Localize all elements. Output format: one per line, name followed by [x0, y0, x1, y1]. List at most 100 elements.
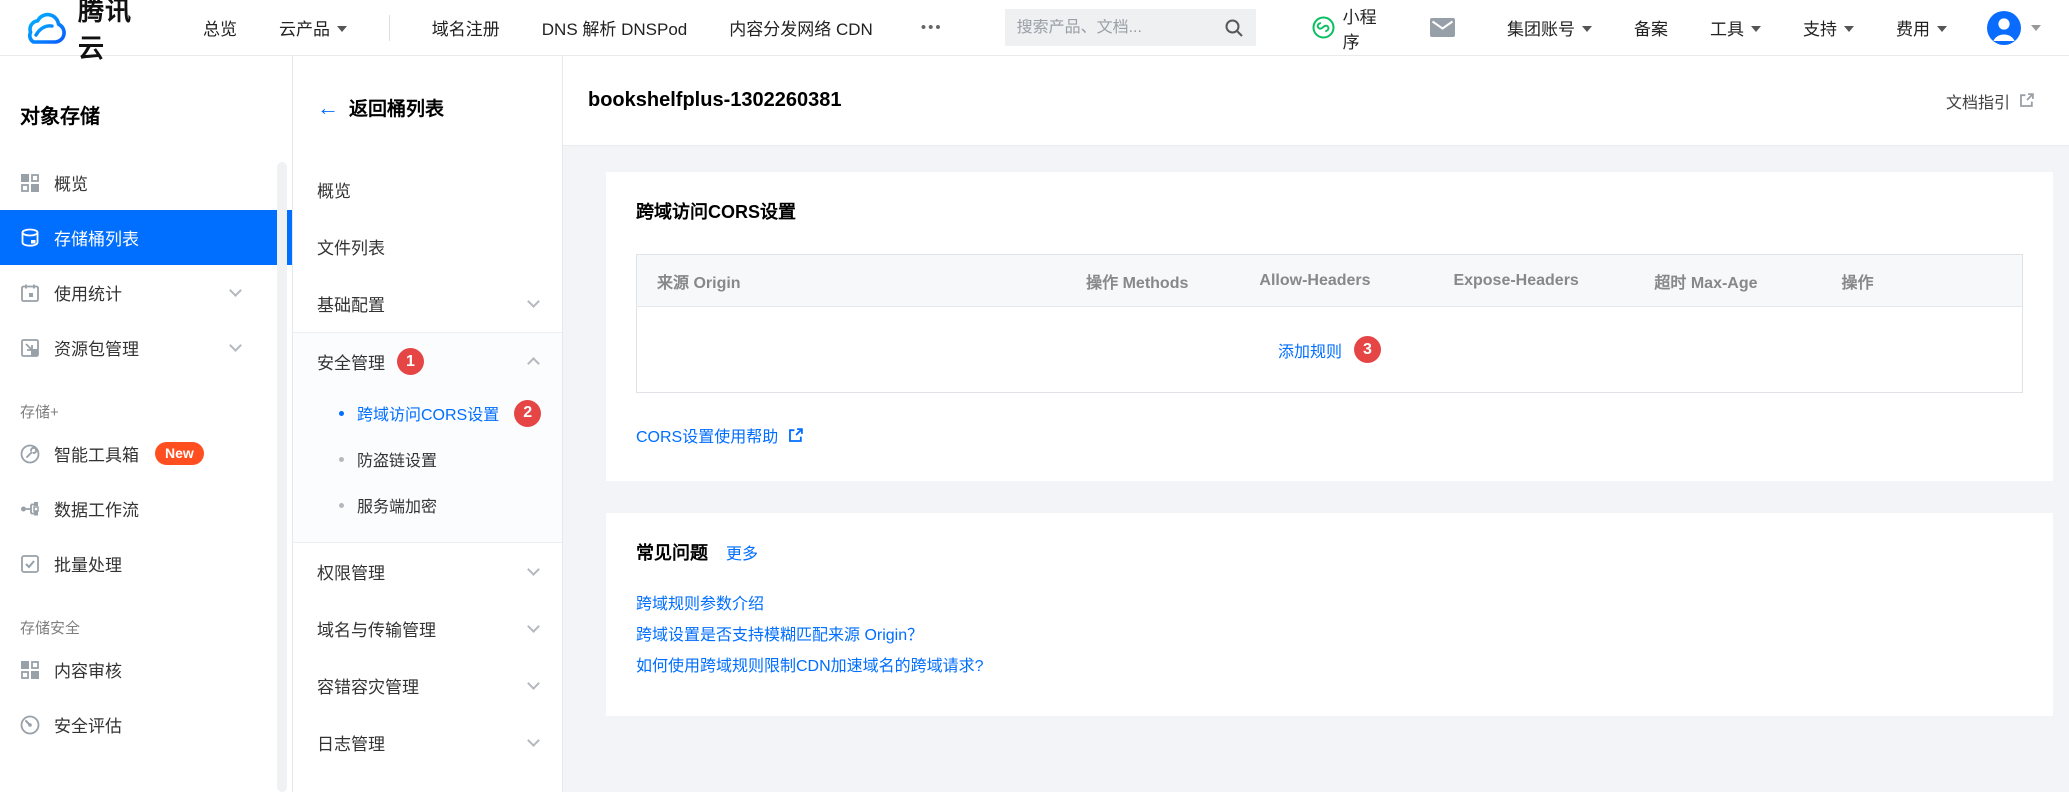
workflow-icon	[20, 499, 40, 519]
sidebar-item-label: 概览	[54, 170, 88, 195]
brand-name: 腾讯云	[78, 0, 133, 65]
nav-cloud-products[interactable]: 云产品	[279, 15, 347, 40]
nav-cloud-products-label: 云产品	[279, 15, 330, 40]
chevron-down-icon	[527, 620, 540, 633]
col-expose-headers: Expose-Headers	[1433, 255, 1634, 307]
sidebar-item-bucket-list[interactable]: 存储桶列表	[0, 210, 292, 265]
sidebar-item-overview[interactable]: 概览	[0, 155, 292, 210]
external-link-icon	[787, 427, 804, 444]
sidebar-scrollbar[interactable]	[277, 162, 287, 792]
mini-program-entry[interactable]: 小程序	[1312, 3, 1378, 53]
back-to-bucket-list[interactable]: ← 返回桶列表	[293, 56, 562, 121]
nav-tools[interactable]: 工具	[1710, 15, 1761, 40]
faq-title: 常见问题	[636, 539, 708, 565]
chevron-down-icon	[1937, 26, 1947, 32]
back-arrow-icon: ←	[317, 97, 339, 119]
sidebar-item-content-audit[interactable]: 内容审核	[0, 642, 292, 697]
sidebar-item-resource-packages[interactable]: 资源包管理	[0, 320, 292, 375]
search-icon[interactable]	[1224, 18, 1244, 38]
col-allow-headers: Allow-Headers	[1239, 255, 1433, 307]
billing-label: 费用	[1896, 15, 1930, 40]
nav-billing[interactable]: 费用	[1896, 15, 1947, 40]
sidebar-item-smart-toolbox[interactable]: 智能工具箱 New	[0, 426, 292, 481]
bucket-subitem-cors-settings[interactable]: 跨域访问CORS设置 2	[293, 390, 562, 436]
bucket-subitem-hotlink-protection[interactable]: 防盗链设置	[293, 436, 562, 482]
chevron-down-icon	[229, 339, 242, 352]
search-input[interactable]	[1017, 19, 1224, 37]
bucket-item-basic-config[interactable]: 基础配置	[293, 275, 562, 332]
top-nav: 腾讯云 总览 云产品 域名注册 DNS 解析 DNSPod 内容分发网络 CDN…	[0, 0, 2069, 56]
calendar-icon	[20, 283, 40, 303]
content-audit-icon	[20, 660, 40, 680]
bucket-item-label: 容错容灾管理	[317, 673, 419, 698]
bucket-sidebar: ← 返回桶列表 概览 文件列表 基础配置 安全管理 1	[293, 56, 563, 792]
bucket-item-overview[interactable]: 概览	[293, 161, 562, 218]
faq-more-link[interactable]: 更多	[726, 540, 758, 564]
bucket-item-security-management[interactable]: 安全管理 1	[293, 333, 562, 390]
sidebar-item-label: 批量处理	[54, 551, 122, 576]
section-storage-plus: 存储+	[0, 375, 292, 426]
empty-rules-row: 添加规则 3	[637, 307, 2023, 393]
nav-divider	[389, 15, 390, 41]
bucket-item-label: 安全管理	[317, 349, 385, 374]
nav-overview-label: 总览	[203, 15, 237, 40]
bucket-item-file-list[interactable]: 文件列表	[293, 218, 562, 275]
cors-settings-card: 跨域访问CORS设置 来源 Origin 操作 Methods Allow-He…	[606, 172, 2053, 481]
overview-grid-icon	[20, 173, 40, 193]
sidebar-item-security-assessment[interactable]: 安全评估	[0, 697, 292, 752]
col-max-age: 超时 Max-Age	[1634, 255, 1821, 307]
bucket-item-log-management[interactable]: 日志管理	[293, 714, 562, 771]
bucket-item-label: 日志管理	[317, 730, 385, 755]
external-link-icon	[2018, 92, 2035, 109]
faq-link-cors-params[interactable]: 跨域规则参数介绍	[636, 589, 2023, 620]
nav-right-group: 集团账号 备案 工具 支持 费用	[1465, 15, 1947, 40]
faq-link-cdn-restrict[interactable]: 如何使用跨域规则限制CDN加速域名的跨域请求?	[636, 651, 2023, 682]
sidebar-item-label: 数据工作流	[54, 496, 139, 521]
security-assess-icon	[20, 715, 40, 735]
nav-support[interactable]: 支持	[1803, 15, 1854, 40]
app-frame: 对象存储 概览 存储桶列表 使用统计	[0, 56, 2069, 792]
sidebar-item-label: 资源包管理	[54, 335, 139, 360]
bucket-item-permission-management[interactable]: 权限管理	[293, 543, 562, 600]
back-label: 返回桶列表	[349, 94, 444, 121]
bucket-item-label: 概览	[317, 177, 351, 202]
resource-package-icon	[20, 338, 40, 358]
step-badge-2: 2	[514, 400, 541, 427]
add-rule-button[interactable]: 添加规则	[1278, 338, 1342, 362]
product-sidebar: 对象存储 概览 存储桶列表 使用统计	[0, 56, 293, 792]
nav-dns-dnspod[interactable]: DNS 解析 DNSPod	[542, 15, 687, 40]
cloud-logo-icon	[22, 11, 68, 44]
sidebar-item-batch-processing[interactable]: 批量处理	[0, 536, 292, 591]
bucket-item-domain-transfer-management[interactable]: 域名与传输管理	[293, 600, 562, 657]
tools-label: 工具	[1710, 15, 1744, 40]
chevron-down-icon	[527, 563, 540, 576]
sidebar-item-label: 安全评估	[54, 712, 122, 737]
avatar[interactable]	[1987, 11, 2021, 45]
chevron-down-icon	[527, 677, 540, 690]
sidebar-item-usage-stats[interactable]: 使用统计	[0, 265, 292, 320]
nav-icp-filing[interactable]: 备案	[1634, 15, 1668, 40]
nav-cdn[interactable]: 内容分发网络 CDN	[729, 15, 873, 40]
nav-overview[interactable]: 总览	[203, 15, 237, 40]
faq-link-fuzzy-origin[interactable]: 跨域设置是否支持模糊匹配来源 Origin？	[636, 620, 2023, 651]
bucket-item-label: 权限管理	[317, 559, 385, 584]
bucket-item-fault-tolerance-management[interactable]: 容错容灾管理	[293, 657, 562, 714]
more-menu-icon[interactable]: •••	[921, 19, 943, 36]
account-menu[interactable]	[1987, 11, 2041, 45]
bucket-subitem-server-side-encryption[interactable]: 服务端加密	[293, 482, 562, 528]
sidebar-item-data-workflow[interactable]: 数据工作流	[0, 481, 292, 536]
step-badge-1: 1	[397, 348, 424, 375]
col-methods: 操作 Methods	[1066, 255, 1239, 307]
main-area: bookshelfplus-1302260381 文档指引 跨域访问CORS设置	[563, 56, 2069, 792]
tencent-cloud-logo[interactable]: 腾讯云	[22, 0, 133, 65]
support-label: 支持	[1803, 15, 1837, 40]
nav-group-account[interactable]: 集团账号	[1507, 15, 1592, 40]
nav-domain-registration[interactable]: 域名注册	[432, 15, 500, 40]
bullet-icon	[339, 457, 344, 462]
doc-guide-link[interactable]: 文档指引	[1946, 89, 2035, 113]
batch-checkbox-icon	[20, 554, 40, 574]
messages-icon[interactable]	[1430, 18, 1455, 37]
cors-help-link[interactable]: CORS设置使用帮助	[636, 423, 778, 447]
search-box[interactable]	[1005, 9, 1256, 46]
cors-help-row: CORS设置使用帮助	[636, 423, 2023, 447]
